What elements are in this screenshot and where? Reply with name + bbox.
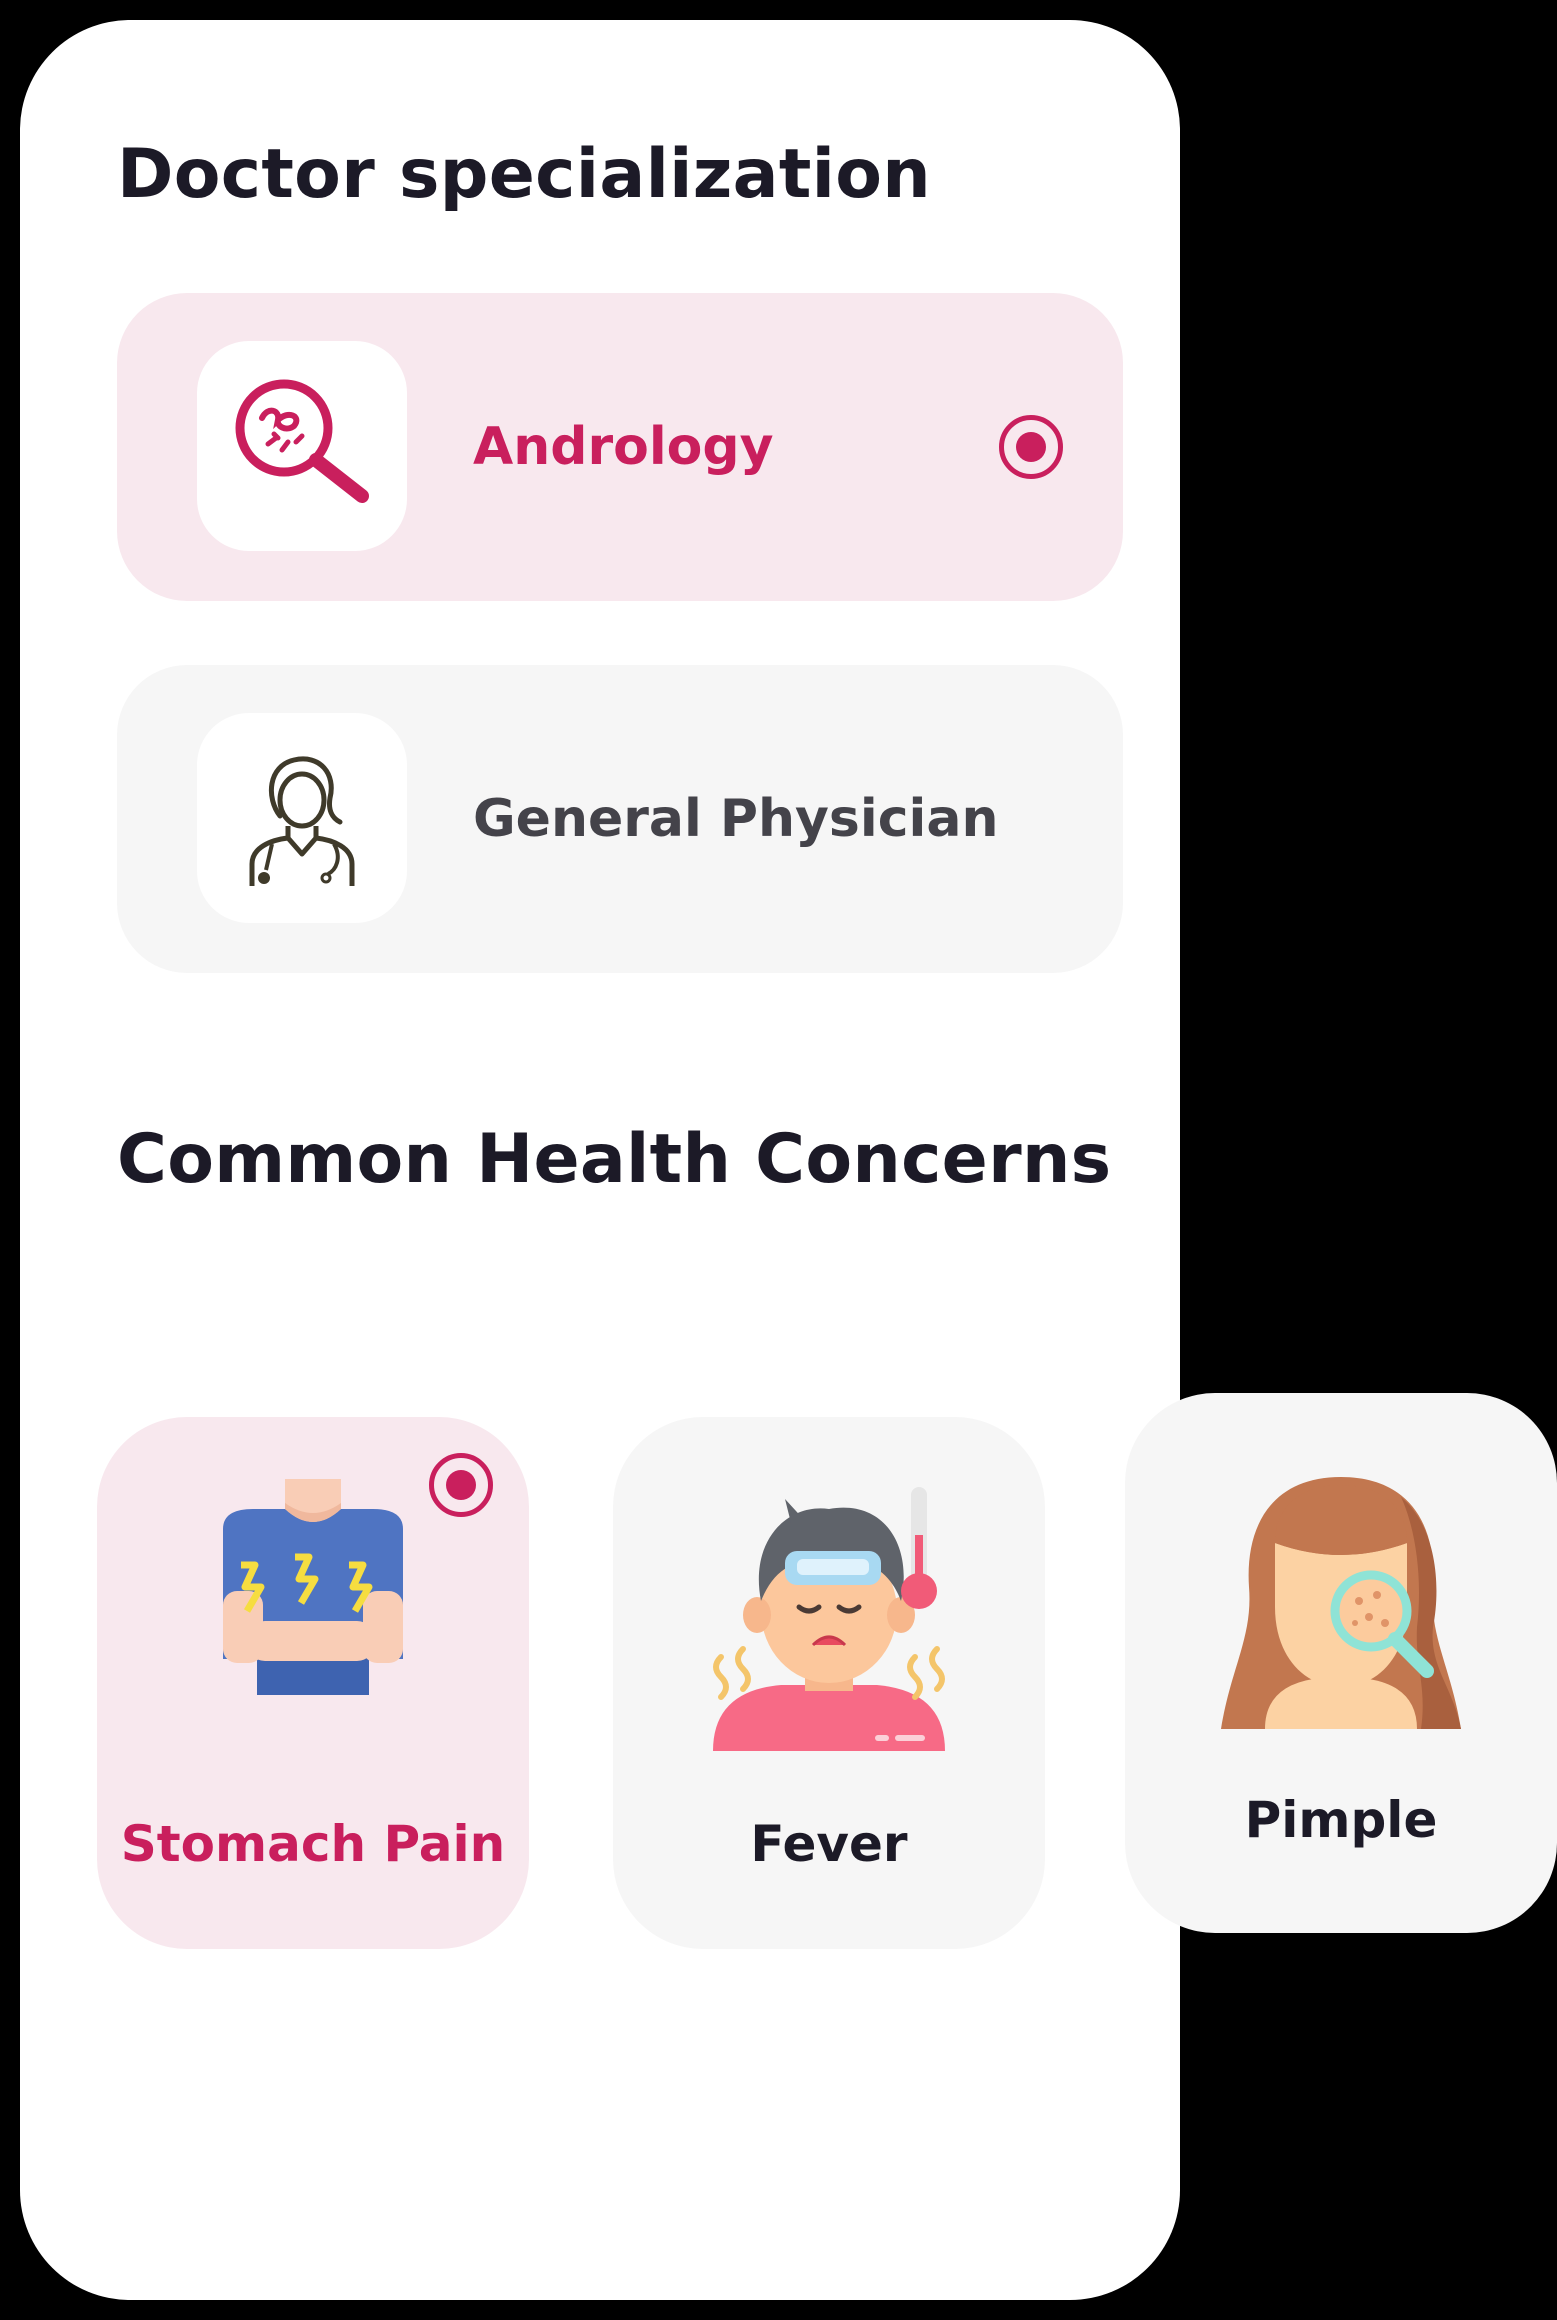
fever-illustration: [713, 1487, 945, 1751]
pimple-illustration: [1221, 1477, 1461, 1729]
stage: Doctor specialization Andrology General …: [0, 0, 1557, 2320]
specialization-option-general-physician[interactable]: General Physician: [117, 665, 1123, 973]
specialization-title: Doctor specialization: [117, 135, 931, 214]
stomach-pain-illustration: [223, 1479, 403, 1695]
andrology-magnifier-icon: [235, 379, 369, 503]
phone-card: Doctor specialization Andrology General …: [20, 20, 1180, 2300]
concern-card-stomach-pain[interactable]: Stomach Pain: [97, 1417, 529, 1949]
concern-label: Pimple: [1244, 1791, 1438, 1849]
specialization-option-andrology[interactable]: Andrology: [117, 293, 1123, 601]
specialization-icon-box: [197, 341, 407, 551]
specialization-label: Andrology: [473, 417, 774, 477]
radio-selected-icon[interactable]: [999, 415, 1063, 479]
concern-label: Stomach Pain: [120, 1815, 506, 1873]
concern-label: Fever: [750, 1815, 908, 1873]
specialization-label: General Physician: [473, 789, 999, 849]
concerns-title: Common Health Concerns: [117, 1120, 1112, 1199]
doctor-stethoscope-icon: [249, 756, 355, 886]
concern-card-pimple[interactable]: Pimple: [1125, 1393, 1557, 1933]
concern-card-fever[interactable]: Fever: [613, 1417, 1045, 1949]
specialization-icon-box: [197, 713, 407, 923]
